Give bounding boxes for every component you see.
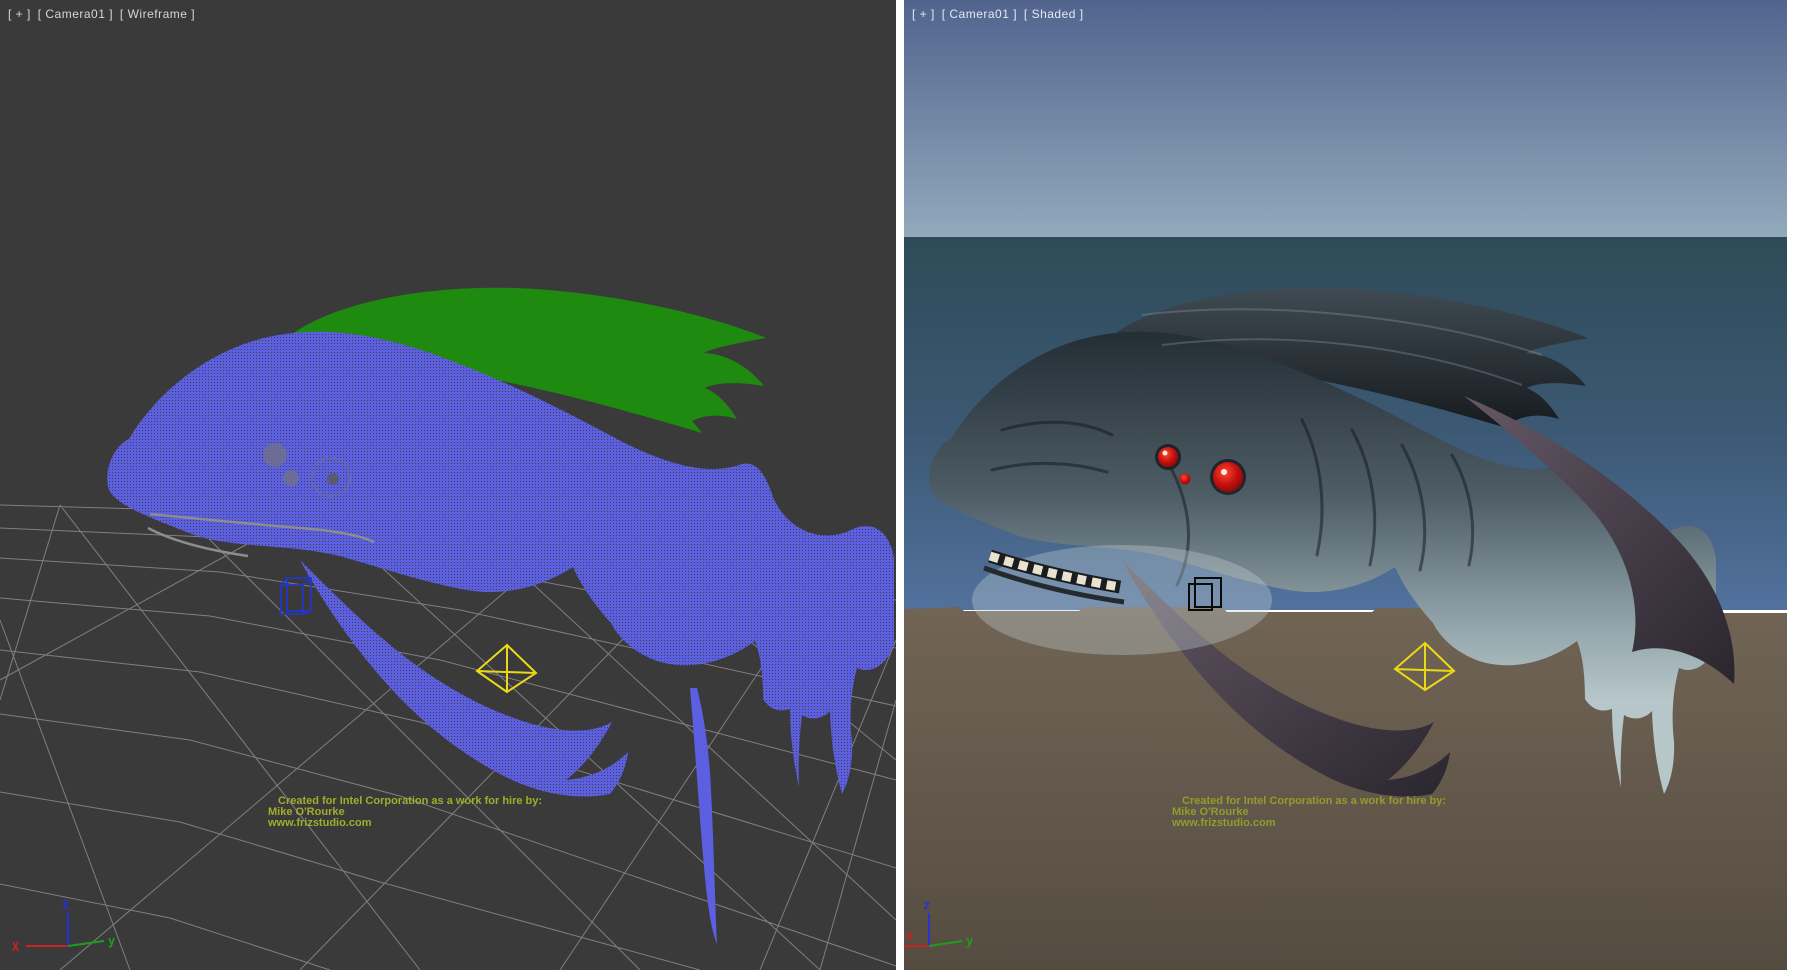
axis-x-label: X (12, 940, 20, 954)
fish-eye (1213, 462, 1243, 492)
eye-highlight (1221, 469, 1227, 475)
fish-eye-spot (263, 443, 287, 467)
axis-y-label: y (108, 934, 115, 948)
eye-highlight (1163, 451, 1168, 456)
sky (904, 0, 1787, 237)
fish-eye-center (327, 473, 339, 485)
viewport-label: [ + ] [ Camera01 ] [ Shaded ] (912, 7, 1087, 21)
viewport-label: [ + ] [ Camera01 ] [ Wireframe ] (8, 7, 198, 21)
axis-y-line (68, 941, 104, 946)
axis-z-label: Z (62, 898, 69, 912)
fish-eye (1158, 447, 1178, 467)
credit-text: Created for Intel Corporation as a work … (268, 796, 542, 829)
wire-stipple-fin (300, 560, 628, 796)
bone-helper[interactable] (477, 645, 536, 692)
axis-gizmo: X Z y (12, 898, 115, 954)
credit-line-3: www.frizstudio.com (268, 818, 542, 829)
viewport-splitter[interactable] (896, 0, 904, 970)
axis-y-label: y (966, 934, 973, 948)
fish-model-wireframe[interactable] (107, 288, 894, 944)
dual-viewport-workspace: X Z y [ + ] [ Camera01 ] [ Wireframe ] C… (0, 0, 1800, 978)
fin-spike[interactable] (690, 688, 717, 944)
fish-eye (1180, 474, 1191, 485)
viewport-wireframe[interactable]: X Z y [ + ] [ Camera01 ] [ Wireframe ] C… (0, 0, 896, 970)
shading-mode-button[interactable]: [ Shaded ] (1024, 7, 1084, 21)
viewport-shaded[interactable]: x z y [ + ] [ Camera01 ] [ Shaded ] Crea… (904, 0, 1787, 970)
viewport-menu-button[interactable]: [ + ] (8, 7, 31, 21)
camera-name-button[interactable]: [ Camera01 ] (942, 7, 1017, 21)
credit-text: Created for Intel Corporation as a work … (1172, 796, 1446, 829)
camera-name-button[interactable]: [ Camera01 ] (38, 7, 113, 21)
shading-mode-button[interactable]: [ Wireframe ] (120, 7, 195, 21)
axis-x-label: x (906, 929, 913, 943)
box-helper[interactable] (281, 578, 311, 614)
axis-z-label: z (923, 898, 930, 912)
credit-line-3: www.frizstudio.com (1172, 818, 1446, 829)
viewport-menu-button[interactable]: [ + ] (912, 7, 935, 21)
fish-eye-spot (283, 470, 299, 486)
